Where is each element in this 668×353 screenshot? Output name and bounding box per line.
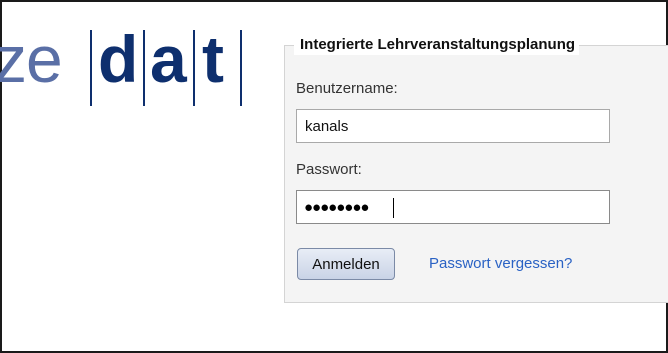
password-mask: ●●●●●●●● bbox=[304, 199, 369, 216]
logo-text-ze: ze bbox=[0, 22, 63, 96]
logo-divider bbox=[143, 30, 145, 106]
logo-divider bbox=[193, 30, 195, 106]
zedat-logo: ze d a t bbox=[0, 22, 260, 106]
login-button[interactable]: Anmelden bbox=[297, 248, 395, 280]
logo-divider bbox=[240, 30, 242, 106]
logo-text-a: a bbox=[150, 22, 187, 96]
username-label: Benutzername: bbox=[296, 80, 398, 97]
password-label: Passwort: bbox=[296, 161, 362, 178]
logo-text-d: d bbox=[98, 22, 139, 96]
logo-divider bbox=[90, 30, 92, 106]
forgot-password-link[interactable]: Passwort vergessen? bbox=[429, 255, 572, 273]
username-input[interactable] bbox=[296, 109, 610, 143]
text-caret bbox=[393, 198, 394, 218]
logo-text-t: t bbox=[202, 22, 224, 96]
login-legend: Integrierte Lehrveranstaltungsplanung bbox=[294, 35, 580, 55]
